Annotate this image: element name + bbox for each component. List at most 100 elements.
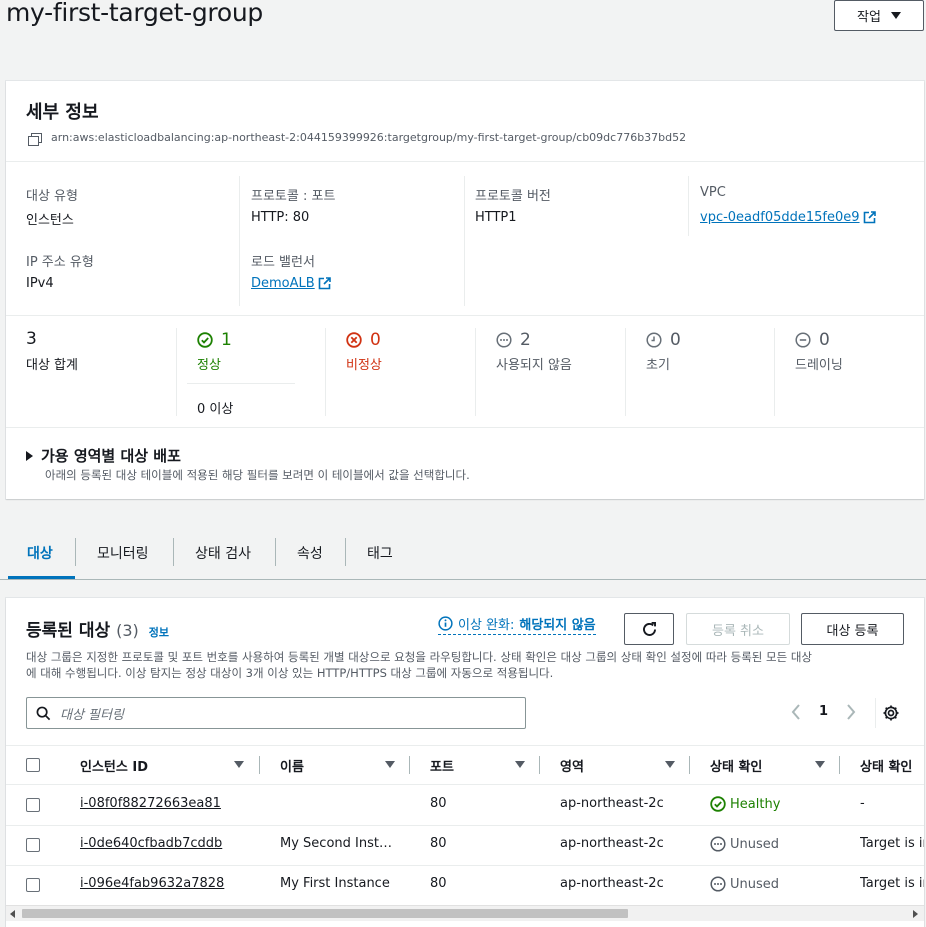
prev-page-icon[interactable] [791, 704, 801, 724]
divider [875, 698, 876, 728]
anomaly-value: 해당되지 않음 [519, 618, 596, 633]
table-row[interactable]: i-08f0f88272663ea81 80 ap-northeast-2c H… [6, 785, 924, 825]
total-count: 3 [26, 329, 37, 349]
health-details: Target is in [860, 876, 924, 891]
row-checkbox[interactable] [26, 878, 40, 892]
current-page[interactable]: 1 [819, 704, 828, 719]
healthy-stat[interactable]: 1 [197, 330, 232, 350]
az-distribution-toggle[interactable]: 가용 영역별 대상 배포 [26, 445, 181, 466]
load-balancer-label: 로드 밸런서 [251, 255, 315, 270]
anomaly-mitigation[interactable]: 이상 완화: 해당되지 않음 [438, 614, 596, 635]
horizontal-scrollbar[interactable] [6, 905, 924, 921]
draining-label: 드레이닝 [795, 358, 843, 373]
protocol-port-label: 프로토콜 : 포트 [251, 189, 336, 204]
port: 80 [430, 796, 447, 811]
healthy-label: 정상 [197, 358, 221, 373]
healthy-count: 1 [221, 330, 232, 350]
next-page-icon[interactable] [846, 704, 856, 724]
tab-tags[interactable]: 태그 [367, 543, 393, 563]
row-checkbox[interactable] [26, 838, 40, 852]
sort-icon[interactable] [385, 761, 395, 768]
instance-id-link[interactable]: i-08f0f88272663ea81 [80, 796, 221, 811]
initial-label: 초기 [646, 358, 670, 373]
actions-button[interactable]: 작업 [834, 0, 924, 31]
initial-count: 0 [670, 330, 681, 350]
sort-icon[interactable] [815, 761, 825, 768]
vpc-id[interactable]: vpc-0eadf05dde15fe0e9 [700, 210, 860, 225]
refresh-button[interactable] [624, 613, 674, 645]
divider [6, 315, 924, 316]
x-circle-icon [346, 332, 362, 348]
register-targets-button[interactable]: 대상 등록 [801, 613, 904, 645]
zone: ap-northeast-2c [560, 876, 664, 891]
health-status-text: Unused [730, 836, 780, 852]
health-details: Target is in [860, 836, 924, 851]
column-header-instance-id[interactable]: 인스턴스 ID [80, 756, 148, 775]
column-resizer[interactable] [409, 756, 410, 774]
targets-description: 대상 그룹은 지정한 프로토콜 및 포트 번호를 사용하여 등록된 개별 대상으… [26, 649, 812, 681]
vpc-label: VPC [700, 185, 726, 200]
load-balancer-link[interactable]: DemoALB [251, 276, 331, 291]
vpc-link[interactable]: vpc-0eadf05dde15fe0e9 [700, 210, 876, 225]
initial-stat[interactable]: 0 [646, 330, 681, 350]
az-title: 가용 영역별 대상 배포 [41, 447, 181, 465]
zone: ap-northeast-2c [560, 796, 664, 811]
column-header-name[interactable]: 이름 [280, 756, 304, 775]
info-link[interactable]: 정보 [149, 624, 169, 640]
scroll-right-icon[interactable] [913, 910, 918, 918]
unhealthy-stat[interactable]: 0 [346, 330, 381, 350]
draining-stat[interactable]: 0 [795, 330, 830, 350]
tab-targets[interactable]: 대상 [27, 543, 53, 563]
instance-id-link[interactable]: i-0de640cfbadb7cddb [80, 836, 222, 851]
table-row[interactable]: i-096e4fab9632a7828 My First Instance 80… [6, 866, 924, 906]
sort-icon[interactable] [515, 761, 525, 768]
divider [0, 579, 926, 580]
column-resizer[interactable] [839, 756, 840, 774]
clock-icon [646, 332, 662, 348]
minus-circle-icon [795, 332, 811, 348]
info-icon [438, 616, 453, 631]
scroll-left-icon[interactable] [10, 910, 15, 918]
zone: ap-northeast-2c [560, 836, 664, 851]
filter-placeholder: 대상 필터링 [60, 707, 124, 723]
registered-targets-panel: 등록된 대상 (3) 정보 이상 완화: 해당되지 않음 등록 취소 대상 등록… [6, 598, 924, 927]
table-row[interactable]: i-0de640cfbadb7cddb My Second Inst… 80 a… [6, 826, 924, 866]
health-status-text: Unused [730, 876, 780, 892]
column-resizer[interactable] [539, 756, 540, 774]
scrollbar-thumb[interactable] [22, 909, 628, 918]
tab-health-checks[interactable]: 상태 검사 [195, 543, 251, 563]
sort-icon[interactable] [234, 761, 244, 768]
instance-name: My First Instance [280, 876, 390, 891]
copy-icon[interactable] [28, 131, 42, 150]
column-resizer[interactable] [689, 756, 690, 774]
unhealthy-count: 0 [370, 330, 381, 350]
divider [625, 328, 626, 416]
page-title: my-first-target-group [6, 0, 263, 27]
protocol-port-value: HTTP: 80 [251, 210, 310, 225]
load-balancer-name[interactable]: DemoALB [251, 276, 315, 291]
az-description: 아래의 등록된 대상 테이블에 적용된 해당 필터를 보려면 이 테이블에서 값… [45, 468, 470, 482]
port: 80 [430, 836, 447, 851]
filter-targets-input[interactable]: 대상 필터링 [26, 697, 526, 729]
column-header-health-details[interactable]: 상태 확인 [860, 756, 912, 775]
row-checkbox[interactable] [26, 798, 40, 812]
sort-icon[interactable] [665, 761, 675, 768]
targets-count: (3) [116, 621, 139, 640]
column-header-health-status[interactable]: 상태 확인 [710, 756, 762, 775]
health-status: Unused [710, 836, 779, 852]
tab-monitoring[interactable]: 모니터링 [97, 543, 149, 563]
external-link-icon [318, 277, 331, 290]
settings-gear-icon[interactable] [882, 704, 900, 726]
divider [475, 328, 476, 416]
select-all-checkbox[interactable] [26, 758, 40, 772]
instance-id-link[interactable]: i-096e4fab9632a7828 [80, 876, 224, 891]
column-resizer[interactable] [259, 756, 260, 774]
unused-stat[interactable]: 2 [496, 330, 531, 350]
tab-attributes[interactable]: 속성 [297, 543, 323, 563]
column-header-port[interactable]: 포트 [430, 756, 454, 775]
details-heading: 세부 정보 [26, 102, 99, 123]
instance-name: My Second Inst… [280, 836, 392, 851]
deregister-button[interactable]: 등록 취소 [686, 613, 790, 645]
column-header-zone[interactable]: 영역 [560, 756, 584, 775]
ip-type-label: IP 주소 유형 [26, 255, 94, 270]
